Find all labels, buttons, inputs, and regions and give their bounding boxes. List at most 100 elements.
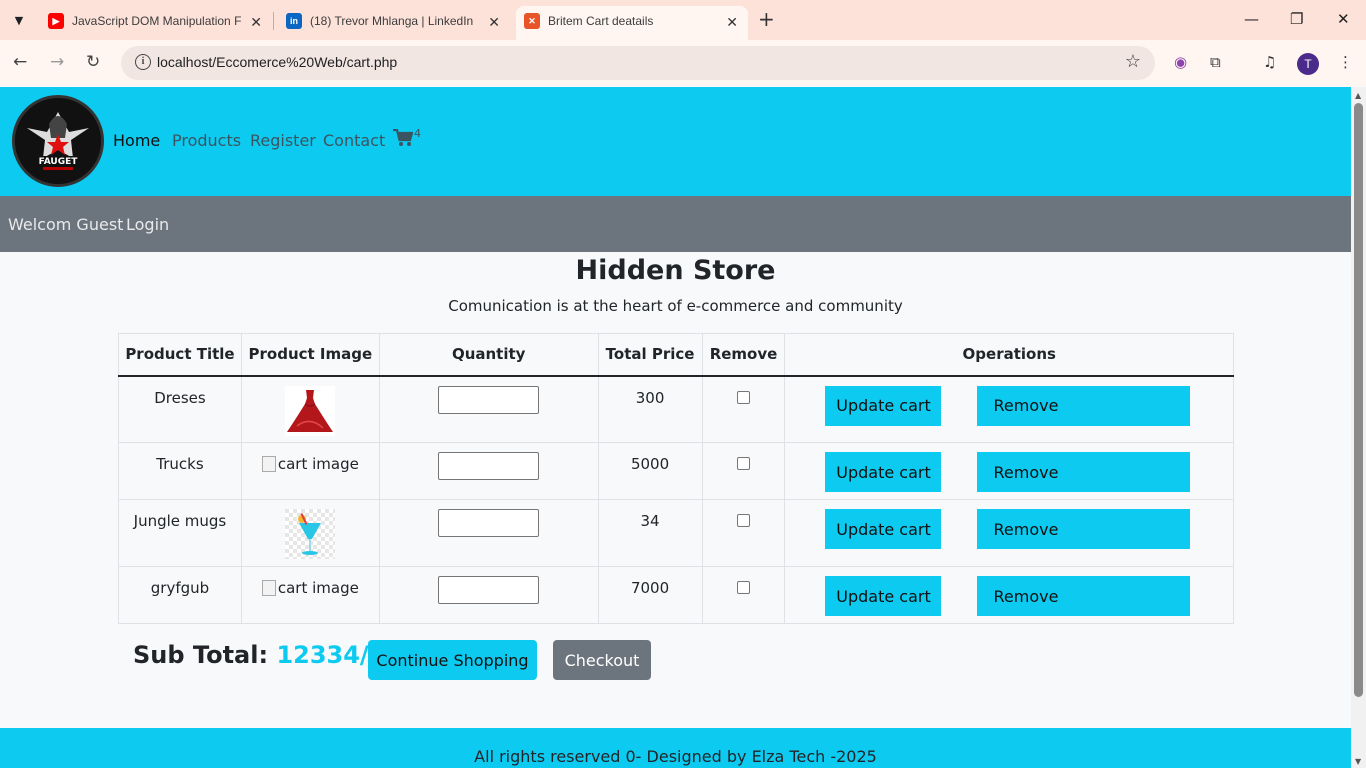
browser-toolbar: ← → ↻ i localhost/Eccomerce%20Web/cart.p…	[0, 40, 1366, 86]
remove-cell	[701, 375, 786, 443]
checkout-button[interactable]: Checkout	[553, 640, 651, 680]
url-host: localhost	[157, 54, 213, 70]
close-tab-icon[interactable]: ✕	[488, 14, 500, 31]
product-title-cell: gryfgub	[118, 566, 242, 624]
forward-icon[interactable]: →	[50, 52, 64, 72]
quantity-cell	[378, 442, 599, 500]
tab-separator	[273, 12, 274, 30]
drink-image	[285, 509, 336, 559]
nav-cart[interactable]: 4	[393, 127, 421, 147]
nav-products[interactable]: Products	[172, 131, 241, 150]
quantity-input[interactable]	[438, 576, 540, 604]
reload-icon[interactable]: ↻	[86, 52, 100, 72]
remove-cell	[701, 566, 786, 624]
quantity-input[interactable]	[438, 509, 540, 537]
login-link[interactable]: Login	[126, 215, 169, 234]
bookmark-star-icon[interactable]: ☆	[1125, 51, 1141, 72]
page-scrollbar[interactable]: ▲ ▼	[1351, 87, 1366, 768]
scrollbar-thumb[interactable]	[1354, 103, 1363, 697]
scroll-down-icon[interactable]: ▼	[1355, 757, 1361, 766]
quantity-cell	[378, 499, 599, 567]
broadcast-icon[interactable]: ◉	[1174, 53, 1187, 71]
browser-tab-active-cart[interactable]: ✕ Britem Cart deatails ✕	[516, 6, 748, 40]
header-operations: Operations	[784, 333, 1234, 377]
operations-group: Update cart Remove	[785, 576, 1233, 616]
nav-register[interactable]: Register	[250, 131, 316, 150]
broken-image: cart image	[261, 455, 359, 473]
operations-cell: Update cart Remove	[784, 375, 1234, 443]
quantity-input[interactable]	[438, 385, 540, 414]
update-cart-button[interactable]: Update cart	[825, 452, 942, 492]
dress-image	[285, 385, 336, 436]
operations-group: Update cart Remove	[785, 509, 1233, 549]
site-info-icon[interactable]: i	[135, 54, 151, 70]
extensions-icon[interactable]: ⧉	[1210, 53, 1221, 71]
quantity-input[interactable]	[438, 452, 540, 480]
more-menu-icon[interactable]: ⋮	[1338, 53, 1353, 71]
table-row: Trucks cart image 5000 Update cart Remov…	[118, 442, 1234, 500]
back-icon[interactable]: ←	[13, 52, 27, 72]
table-header-row: Product Title Product Image Quantity Tot…	[118, 333, 1234, 377]
subtotal: Sub Total: 12334/-	[133, 641, 379, 669]
url-text[interactable]: localhost/Eccomerce%20Web/cart.php	[157, 54, 397, 70]
product-title-cell: Jungle mugs	[118, 499, 242, 567]
product-image-cell: cart image	[240, 566, 380, 624]
broken-image-icon	[261, 580, 276, 596]
product-image-cell: cart image	[240, 442, 380, 500]
update-cart-button[interactable]: Update cart	[825, 576, 942, 616]
remove-button[interactable]: Remove	[977, 509, 1191, 549]
fauget-logo-icon: FAUGET	[15, 98, 101, 184]
total-price-cell: 34	[597, 499, 703, 567]
total-price-cell: 300	[597, 375, 703, 443]
header-remove: Remove	[701, 333, 786, 377]
remove-checkbox[interactable]	[737, 390, 750, 404]
nav-home[interactable]: Home	[113, 131, 160, 150]
linkedin-icon: in	[286, 13, 302, 29]
browser-tab-linkedin[interactable]: in (18) Trevor Mhlanga | LinkedIn ✕	[278, 6, 510, 40]
continue-shopping-button[interactable]: Continue Shopping	[368, 640, 537, 680]
scroll-up-icon[interactable]: ▲	[1355, 91, 1361, 100]
remove-checkbox[interactable]	[737, 581, 750, 594]
page-title: Hidden Store	[575, 255, 776, 286]
header-total-price: Total Price	[597, 333, 703, 377]
remove-button[interactable]: Remove	[977, 452, 1191, 492]
restore-icon[interactable]: ❐	[1290, 10, 1303, 28]
new-tab-icon[interactable]: +	[758, 9, 775, 29]
update-cart-button[interactable]: Update cart	[825, 509, 942, 549]
operations-group: Update cart Remove	[785, 385, 1233, 426]
address-bar[interactable]: i localhost/Eccomerce%20Web/cart.php ☆	[121, 46, 1155, 80]
operations-cell: Update cart Remove	[784, 442, 1234, 500]
nav-contact[interactable]: Contact	[323, 131, 385, 150]
product-title-cell: Trucks	[118, 442, 242, 500]
update-cart-button[interactable]: Update cart	[825, 385, 942, 426]
broken-image: cart image	[261, 579, 359, 597]
product-title-cell: Dreses	[118, 375, 242, 443]
site-navbar: FAUGET Home Products Register Contact 4	[0, 87, 1351, 196]
site-logo[interactable]: FAUGET	[12, 95, 104, 187]
remove-checkbox[interactable]	[737, 514, 750, 527]
remove-button[interactable]: Remove	[977, 385, 1191, 426]
subtotal-label: Sub Total:	[133, 641, 269, 669]
page-subtitle: Comunication is at the heart of e-commer…	[448, 297, 903, 315]
tab-title: (18) Trevor Mhlanga | LinkedIn	[310, 14, 474, 28]
xampp-icon: ✕	[524, 13, 540, 29]
profile-avatar[interactable]: T	[1297, 53, 1319, 75]
media-control-icon[interactable]: ♫	[1263, 53, 1276, 71]
cart-table: Product Title Product Image Quantity Tot…	[118, 333, 1234, 624]
remove-checkbox[interactable]	[737, 457, 750, 470]
product-image-cell	[240, 375, 380, 443]
remove-cell	[701, 499, 786, 567]
remove-button[interactable]: Remove	[977, 576, 1191, 616]
browser-tab-youtube[interactable]: ▶ JavaScript DOM Manipulation F ✕	[40, 6, 272, 40]
table-row: gryfgub cart image 7000 Update cart Remo…	[118, 566, 1234, 624]
header-product-image: Product Image	[240, 333, 380, 377]
operations-group: Update cart Remove	[785, 452, 1233, 492]
cart-count-badge: 4	[414, 127, 421, 140]
close-tab-icon[interactable]: ✕	[250, 14, 262, 31]
footer-text: All rights reserved 0- Designed by Elza …	[474, 747, 877, 766]
minimize-icon[interactable]: —	[1244, 10, 1259, 28]
close-window-icon[interactable]: ✕	[1337, 10, 1350, 28]
tab-search-dropdown-icon[interactable]: ▼	[6, 8, 32, 32]
shopping-cart-icon	[393, 129, 413, 146]
close-tab-icon[interactable]: ✕	[726, 14, 738, 31]
